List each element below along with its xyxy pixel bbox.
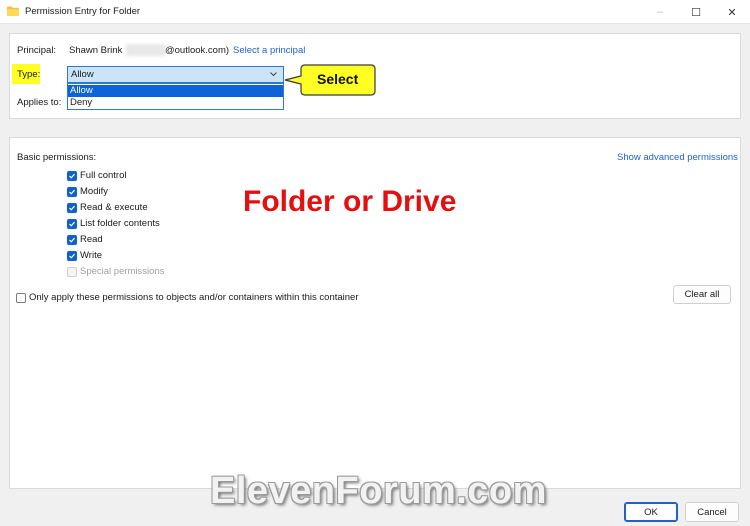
checkmark-icon bbox=[69, 221, 75, 227]
list-folder-contents-checkbox[interactable] bbox=[67, 219, 77, 229]
applies-to-label: Applies to: bbox=[17, 97, 62, 108]
window-title: Permission Entry for Folder bbox=[25, 6, 141, 17]
basic-permissions-label: Basic permissions: bbox=[17, 152, 97, 163]
show-advanced-link[interactable]: Show advanced permissions bbox=[617, 152, 738, 163]
read-label: Read bbox=[80, 234, 103, 245]
minimize-icon: – bbox=[656, 6, 664, 18]
special-permissions-checkbox bbox=[67, 267, 77, 277]
checkmark-icon bbox=[69, 253, 75, 259]
watermark: ElevenForum.com bbox=[210, 470, 547, 512]
type-label: Type: bbox=[17, 69, 41, 80]
callout-text: Select bbox=[317, 71, 359, 87]
cancel-button[interactable]: Cancel bbox=[685, 502, 739, 522]
title-bar: Permission Entry for Folder – ☐ ✕ bbox=[0, 0, 750, 24]
minimize-button[interactable]: – bbox=[640, 0, 680, 24]
checkmark-icon bbox=[69, 189, 75, 195]
type-option-allow[interactable]: Allow bbox=[68, 85, 283, 97]
type-dropdown-value: Allow bbox=[71, 69, 94, 80]
close-icon: ✕ bbox=[727, 6, 737, 19]
read-execute-label: Read & execute bbox=[80, 202, 148, 213]
close-button[interactable]: ✕ bbox=[712, 0, 750, 24]
special-permissions-label: Special permissions bbox=[80, 266, 165, 277]
principal-label: Principal: bbox=[17, 45, 57, 56]
ok-button[interactable]: OK bbox=[624, 502, 678, 522]
write-label: Write bbox=[80, 250, 102, 261]
chevron-down-icon bbox=[270, 72, 277, 77]
write-checkbox[interactable] bbox=[67, 251, 77, 261]
redacted-email bbox=[126, 44, 166, 56]
only-apply-label: Only apply these permissions to objects … bbox=[29, 292, 359, 303]
principal-name: Shawn Brink bbox=[69, 45, 123, 56]
checkmark-icon bbox=[69, 237, 75, 243]
maximize-icon: ☐ bbox=[691, 6, 701, 19]
checkmark-icon bbox=[69, 173, 75, 179]
type-dropdown-list: Allow Deny bbox=[67, 83, 284, 110]
modify-checkbox[interactable] bbox=[67, 187, 77, 197]
read-execute-checkbox[interactable] bbox=[67, 203, 77, 213]
checkmark-icon bbox=[69, 205, 75, 211]
folder-icon bbox=[7, 6, 19, 16]
list-folder-contents-label: List folder contents bbox=[80, 218, 160, 229]
read-checkbox[interactable] bbox=[67, 235, 77, 245]
maximize-button[interactable]: ☐ bbox=[676, 0, 716, 24]
full-control-checkbox[interactable] bbox=[67, 171, 77, 181]
only-apply-checkbox[interactable] bbox=[16, 293, 26, 303]
modify-label: Modify bbox=[80, 186, 108, 197]
select-principal-link[interactable]: Select a principal bbox=[233, 45, 305, 56]
type-option-deny[interactable]: Deny bbox=[68, 97, 283, 109]
folder-or-drive-annotation: Folder or Drive bbox=[243, 185, 457, 218]
principal-email: @outlook.com) bbox=[165, 45, 230, 56]
type-dropdown[interactable]: Allow bbox=[67, 66, 284, 83]
full-control-label: Full control bbox=[80, 170, 127, 181]
clear-all-button[interactable]: Clear all bbox=[673, 285, 731, 304]
